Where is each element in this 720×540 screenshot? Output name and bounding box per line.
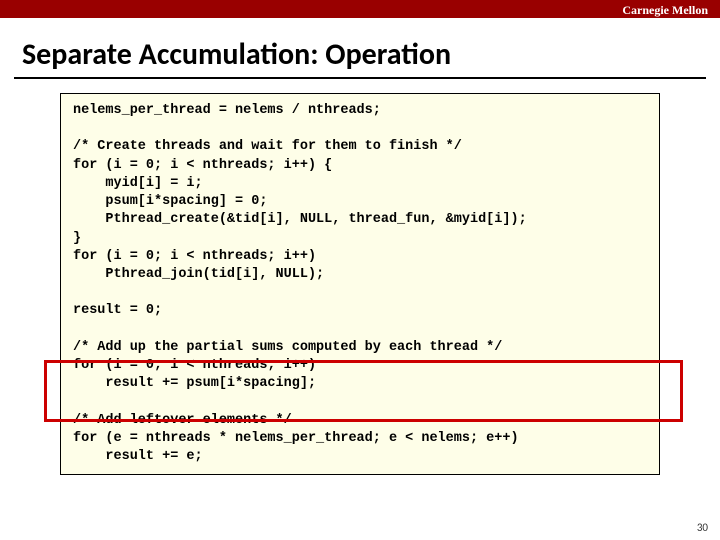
code-line: for (i = 0; i < nthreads; i++) xyxy=(73,249,316,264)
code-line: Pthread_create(&tid[i], NULL, thread_fun… xyxy=(73,212,527,227)
code-line: /* Add up the partial sums computed by e… xyxy=(73,340,502,355)
code-line: /* Create threads and wait for them to f… xyxy=(73,139,462,154)
brand-bar: Carnegie Mellon xyxy=(0,0,720,18)
code-block: nelems_per_thread = nelems / nthreads; /… xyxy=(60,93,660,475)
code-line: result = 0; xyxy=(73,303,162,318)
brand-label: Carnegie Mellon xyxy=(622,3,708,17)
code-line: psum[i*spacing] = 0; xyxy=(73,194,267,209)
code-line: } xyxy=(73,231,81,246)
code-line: result += e; xyxy=(73,449,203,464)
page-number: 30 xyxy=(697,521,708,534)
code-line: Pthread_join(tid[i], NULL); xyxy=(73,267,324,282)
code-line: for (i = 0; i < nthreads; i++) { xyxy=(73,158,332,173)
code-line: for (i = 0; i < nthreads; i++) xyxy=(73,358,316,373)
code-line: /* Add leftover elements */ xyxy=(73,413,292,428)
code-line: for (e = nthreads * nelems_per_thread; e… xyxy=(73,431,519,446)
code-line: nelems_per_thread = nelems / nthreads; xyxy=(73,103,381,118)
code-line: myid[i] = i; xyxy=(73,176,203,191)
title-underline xyxy=(14,77,706,79)
slide-title: Separate Accumulation: Operation xyxy=(0,18,720,77)
code-line: result += psum[i*spacing]; xyxy=(73,376,316,391)
